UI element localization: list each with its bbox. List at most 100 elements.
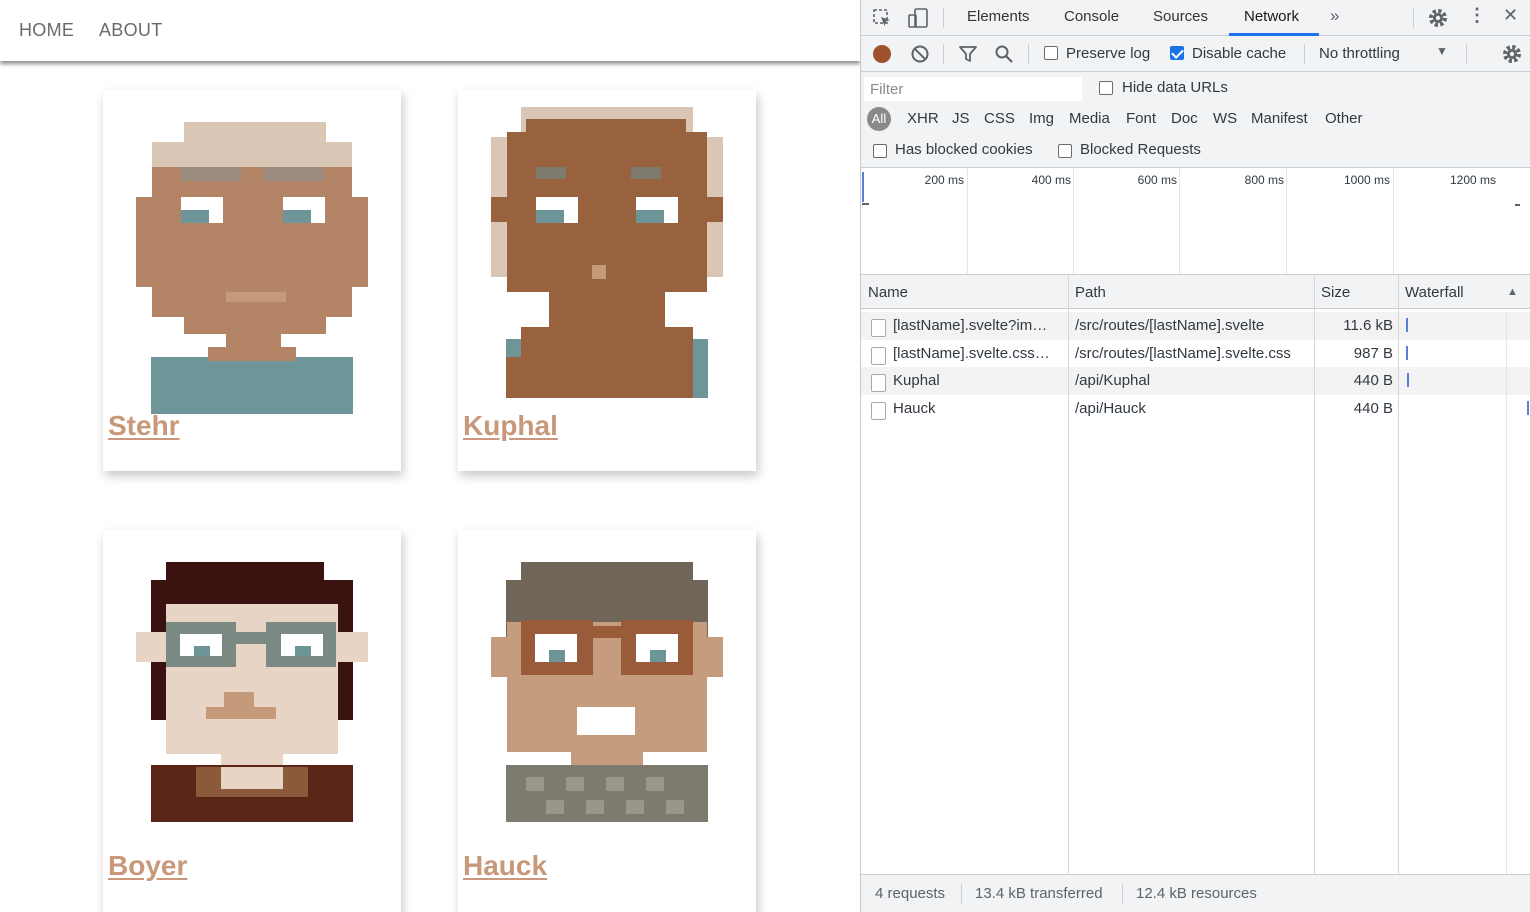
disable-cache-checkbox[interactable]: [1170, 46, 1184, 60]
separator: [1304, 44, 1305, 64]
avatar-kuphal: [491, 107, 723, 398]
devtools-panel: Elements Console Sources Network » ⋮ ✕ P…: [860, 0, 1530, 912]
column-divider[interactable]: [1314, 275, 1315, 874]
tab-console[interactable]: Console: [1064, 8, 1119, 25]
tick-line: [1073, 168, 1074, 274]
dropdown-arrow-icon[interactable]: ▼: [1436, 44, 1448, 58]
request-row[interactable]: [lastName].svelte?im… /src/routes/[lastN…: [861, 312, 1530, 340]
person-name-link[interactable]: Kuphal: [463, 410, 558, 442]
tab-network[interactable]: Network: [1244, 8, 1299, 25]
column-header-waterfall[interactable]: Waterfall: [1405, 284, 1464, 301]
timeline-tick-label: 600 ms: [1137, 173, 1177, 187]
network-toolbar: Preserve log Disable cache No throttling…: [861, 36, 1530, 72]
person-card-boyer[interactable]: Boyer: [103, 530, 401, 912]
filter-input[interactable]: [864, 77, 1082, 101]
separator: [1466, 44, 1467, 64]
type-filter-font[interactable]: Font: [1126, 110, 1156, 127]
request-row[interactable]: Hauck /api/Hauck 440 B: [861, 395, 1530, 423]
preserve-log-checkbox[interactable]: [1044, 46, 1058, 60]
separator: [943, 8, 944, 28]
hide-data-urls-checkbox[interactable]: [1099, 81, 1113, 95]
column-header-size[interactable]: Size: [1321, 284, 1350, 301]
tick-line: [1286, 168, 1287, 274]
type-filter-img[interactable]: Img: [1029, 110, 1054, 127]
timeline-tick-label: 800 ms: [1244, 173, 1284, 187]
preserve-log-label: Preserve log: [1066, 45, 1151, 62]
person-card-stehr[interactable]: Stehr: [103, 90, 401, 471]
request-row[interactable]: [lastName].svelte.css… /src/routes/[last…: [861, 340, 1530, 368]
blocked-requests-checkbox[interactable]: [1058, 144, 1072, 158]
timeline-bar: [1515, 204, 1520, 206]
nav-about-link[interactable]: ABOUT: [99, 20, 163, 41]
person-card-hauck[interactable]: Hauck: [458, 530, 756, 912]
request-size: 440 B: [1353, 372, 1393, 389]
column-header-name[interactable]: Name: [868, 284, 908, 301]
type-filter-all[interactable]: All: [867, 107, 891, 131]
type-filter-js[interactable]: JS: [952, 110, 970, 127]
record-icon[interactable]: [873, 45, 891, 63]
throttling-select[interactable]: No throttling: [1319, 45, 1400, 62]
request-path: /src/routes/[lastName].svelte: [1075, 317, 1265, 334]
separator: [961, 884, 962, 904]
type-filter-xhr[interactable]: XHR: [907, 110, 939, 127]
request-path: /src/routes/[lastName].svelte.css: [1075, 345, 1291, 362]
sort-ascending-icon[interactable]: ▲: [1507, 286, 1518, 298]
request-size: 440 B: [1353, 400, 1393, 417]
timeline-tick-label: 1200 ms: [1449, 173, 1496, 187]
has-blocked-cookies-checkbox[interactable]: [873, 144, 887, 158]
separator: [1122, 884, 1123, 904]
hide-data-urls-label: Hide data URLs: [1122, 79, 1228, 96]
file-icon: [871, 374, 886, 392]
type-filter-manifest[interactable]: Manifest: [1251, 110, 1308, 127]
request-row[interactable]: Kuphal /api/Kuphal 440 B: [861, 367, 1530, 395]
request-name: Kuphal: [893, 372, 940, 389]
inspect-element-icon[interactable]: [872, 8, 892, 28]
waterfall-bar: [1527, 401, 1529, 415]
filter-icon[interactable]: [958, 44, 978, 64]
avatar-hauck: [491, 562, 723, 822]
separator: [943, 44, 944, 64]
person-card-kuphal[interactable]: Kuphal: [458, 90, 756, 471]
clear-icon[interactable]: [910, 44, 930, 64]
request-size: 11.6 kB: [1343, 317, 1393, 334]
tab-elements[interactable]: Elements: [967, 8, 1030, 25]
chevron-double-right-icon[interactable]: »: [1330, 6, 1339, 26]
type-filter-media[interactable]: Media: [1069, 110, 1110, 127]
person-name-link[interactable]: Boyer: [108, 850, 187, 882]
close-icon[interactable]: ✕: [1503, 5, 1518, 26]
tab-sources[interactable]: Sources: [1153, 8, 1208, 25]
gear-icon[interactable]: [1427, 7, 1449, 29]
tick-line: [1179, 168, 1180, 274]
waterfall-bar: [1406, 318, 1408, 332]
separator: [1413, 8, 1414, 28]
tick-line: [967, 168, 968, 274]
waterfall-bar: [1407, 373, 1409, 387]
nav-home-link[interactable]: HOME: [19, 20, 74, 41]
kebab-menu-icon[interactable]: ⋮: [1468, 5, 1486, 26]
type-filter-css[interactable]: CSS: [984, 110, 1015, 127]
search-icon[interactable]: [994, 44, 1014, 64]
device-toolbar-icon[interactable]: [907, 7, 929, 29]
file-icon: [871, 319, 886, 337]
network-status-bar: 4 requests 13.4 kB transferred 12.4 kB r…: [861, 874, 1530, 912]
person-name-link[interactable]: Hauck: [463, 850, 547, 882]
separator: [1028, 44, 1029, 64]
person-name-link[interactable]: Stehr: [108, 410, 180, 442]
request-name: Hauck: [893, 400, 936, 417]
timeline-marker: [862, 172, 864, 202]
request-path: /api/Hauck: [1075, 400, 1146, 417]
type-filter-doc[interactable]: Doc: [1171, 110, 1198, 127]
column-divider[interactable]: [1398, 275, 1399, 874]
waterfall-gridline: [1506, 312, 1507, 874]
type-filter-other[interactable]: Other: [1325, 110, 1363, 127]
request-name: [lastName].svelte?im…: [893, 317, 1048, 334]
blocked-requests-label: Blocked Requests: [1080, 141, 1201, 158]
type-filter-ws[interactable]: WS: [1213, 110, 1237, 127]
waterfall-bar: [1406, 346, 1408, 360]
request-size: 987 B: [1353, 345, 1393, 362]
network-settings-gear-icon[interactable]: [1501, 43, 1523, 65]
transferred-size: 13.4 kB transferred: [975, 885, 1103, 902]
timeline-tick-label: 400 ms: [1031, 173, 1071, 187]
column-header-path[interactable]: Path: [1075, 284, 1106, 301]
column-divider[interactable]: [1068, 275, 1069, 874]
